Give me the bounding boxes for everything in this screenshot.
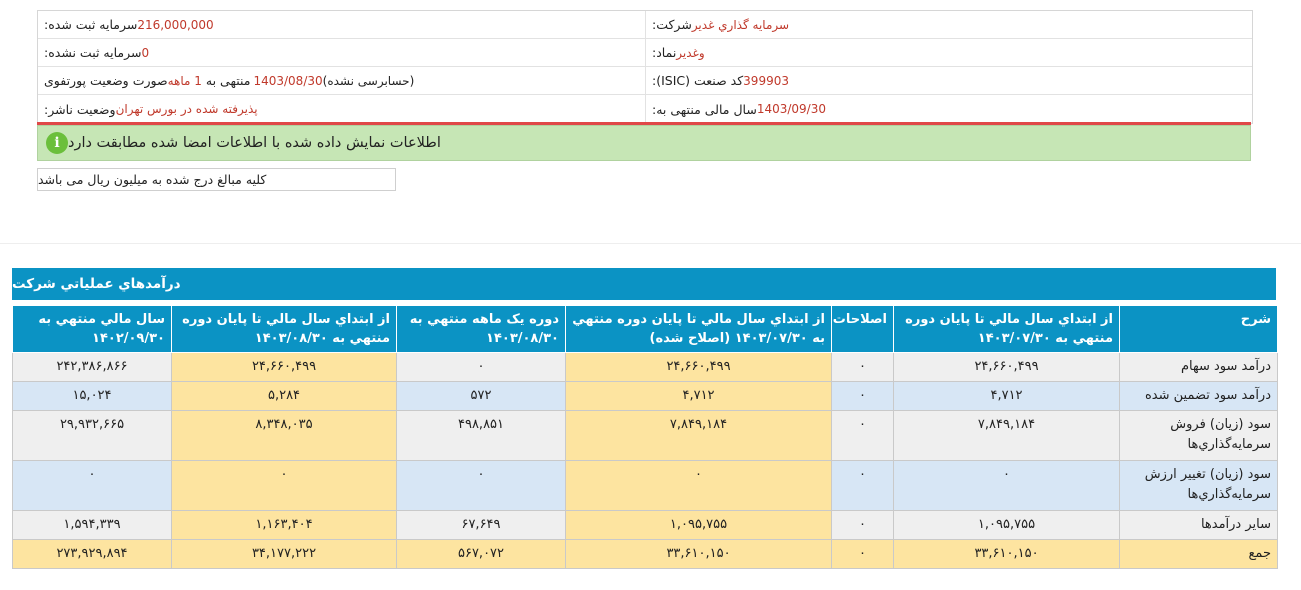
table-cell: ۳۴,۱۷۷,۲۲۲: [171, 539, 397, 569]
info-row-1: شرکت: سرمايه گذاري غدير سرمایه ثبت شده: …: [38, 11, 1252, 39]
table-cell: ۳۳,۶۱۰,۱۵۰: [893, 539, 1120, 569]
info-icon: i: [46, 132, 68, 154]
table-cell: ۱,۰۹۵,۷۵۵: [565, 510, 832, 540]
report-label: صورت وضعیت پورتفوی: [44, 73, 168, 88]
header-description: شرح: [1119, 305, 1278, 353]
publisher-label: وضعیت ناشر:: [44, 101, 116, 117]
row-label: درآمد سود تضمين شده: [1119, 381, 1278, 411]
symbol-label: نماد:: [652, 45, 677, 60]
report-cell: صورت وضعیت پورتفوی 1 ماهه منتهی به 1403/…: [38, 67, 645, 94]
table-cell: ۰: [396, 460, 566, 511]
row-label: درآمد سود سهام: [1119, 352, 1278, 382]
isic-cell: کد صنعت (ISIC): 399903: [645, 67, 1252, 94]
table-cell: ۴,۷۱۲: [893, 381, 1120, 411]
table-cell: ۰: [831, 410, 894, 461]
unit-note: کلیه مبالغ درج شده به میلیون ریال می باش…: [37, 168, 396, 191]
isic-value: 399903: [743, 73, 789, 88]
table-cell: ۰: [831, 460, 894, 511]
table-cell: ۲۴,۶۶۰,۴۹۹: [893, 352, 1120, 382]
table-cell: ۰: [831, 510, 894, 540]
table-cell: ۰: [12, 460, 172, 511]
table-cell: ۲۷۳,۹۲۹,۸۹۴: [12, 539, 172, 569]
fiscal-value: 1403/09/30: [756, 102, 826, 116]
table-cell: ۲۴,۶۶۰,۴۹۹: [171, 352, 397, 382]
table-cell: ۷,۸۴۹,۱۸۴: [565, 410, 832, 461]
table-row: ساير درآمدها ۱,۰۹۵,۷۵۵ ۰ ۱,۰۹۵,۷۵۵ ۶۷,۶۴…: [12, 510, 1278, 540]
section-separator: [0, 243, 1301, 244]
capital-cell: سرمایه ثبت شده: 216,000,000: [38, 11, 645, 38]
symbol-cell: نماد: وغدير: [645, 39, 1252, 66]
header-adjustments: اصلاحات: [831, 305, 894, 353]
table-row: سود (زيان) فروش سرمايه‌گذاري‌ها ۷,۸۴۹,۱۸…: [12, 410, 1278, 461]
capital-value: 216,000,000: [137, 17, 214, 32]
info-row-3: کد صنعت (ISIC): 399903 صورت وضعیت پورتفو…: [38, 67, 1252, 95]
table-header-row: شرح از ابتداي سال مالي تا پايان دوره منت…: [12, 305, 1278, 353]
table-cell: ۶۷,۶۴۹: [396, 510, 566, 540]
table-cell: ۳۳,۶۱۰,۱۵۰: [565, 539, 832, 569]
total-row: جمع ۳۳,۶۱۰,۱۵۰ ۰ ۳۳,۶۱۰,۱۵۰ ۵۶۷,۰۷۲ ۳۴,۱…: [12, 539, 1278, 569]
table-cell: ۲۴,۶۶۰,۴۹۹: [565, 352, 832, 382]
row-label: جمع: [1119, 539, 1278, 569]
header-prev-period-adjusted: از ابتداي سال مالي تا پايان دوره منتهي ب…: [565, 305, 832, 353]
report-suffix: منتهی به: [205, 73, 251, 88]
table-cell: ۰: [831, 352, 894, 382]
table-cell: ۲۹,۹۳۲,۶۶۵: [12, 410, 172, 461]
table-cell: ۴۹۸,۸۵۱: [396, 410, 566, 461]
header-fiscal-year: سال مالي منتهي به ۱۴۰۲/۰۹/۳۰: [12, 305, 172, 353]
table-row: درآمد سود تضمين شده ۴,۷۱۲ ۰ ۴,۷۱۲ ۵۷۲ ۵,…: [12, 381, 1278, 411]
table-cell: ۰: [396, 352, 566, 382]
table-cell: ۰: [171, 460, 397, 511]
row-label: سود (زيان) فروش سرمايه‌گذاري‌ها: [1119, 410, 1278, 461]
info-row-2: نماد: وغدير سرمایه ثبت نشده: 0: [38, 39, 1252, 67]
table-cell: ۲۴۲,۳۸۶,۸۶۶: [12, 352, 172, 382]
row-label: سود (زيان) تغيير ارزش سرمايه‌گذاري‌ها: [1119, 460, 1278, 511]
table-cell: ۵۶۷,۰۷۲: [396, 539, 566, 569]
table-row: درآمد سود سهام ۲۴,۶۶۰,۴۹۹ ۰ ۲۴,۶۶۰,۴۹۹ ۰…: [12, 352, 1278, 382]
table-cell: ۱,۰۹۵,۷۵۵: [893, 510, 1120, 540]
table-row: سود (زيان) تغيير ارزش سرمايه‌گذاري‌ها ۰ …: [12, 460, 1278, 511]
header-prev-period: از ابتداي سال مالي تا پايان دوره منتهي ب…: [893, 305, 1120, 353]
company-cell: شرکت: سرمايه گذاري غدير: [645, 11, 1252, 38]
table-cell: ۰: [893, 460, 1120, 511]
verification-alert: i اطلاعات نمایش داده شده با اطلاعات امضا…: [37, 125, 1251, 161]
unreg-capital-value: 0: [141, 45, 150, 60]
section-title: درآمدهاي عملياتي شرکت: [12, 268, 1276, 300]
table-cell: ۵,۲۸۴: [171, 381, 397, 411]
report-date: 1403/08/30: [253, 73, 323, 88]
alert-text: اطلاعات نمایش داده شده با اطلاعات امضا ش…: [68, 135, 441, 151]
publisher-value: پذیرفته شده در بورس تهران: [115, 102, 258, 116]
header-one-month: دوره يک ماهه منتهي به ۱۴۰۳/۰۸/۳۰: [396, 305, 566, 353]
row-label: ساير درآمدها: [1119, 510, 1278, 540]
table-cell: ۷,۸۴۹,۱۸۴: [893, 410, 1120, 461]
capital-label: سرمایه ثبت شده:: [44, 17, 138, 32]
report-audit-status: (حسابرسی نشده): [322, 73, 415, 88]
company-link[interactable]: سرمايه گذاري غدير: [692, 18, 789, 32]
unreg-capital-cell: سرمایه ثبت نشده: 0: [38, 39, 645, 66]
unreg-capital-label: سرمایه ثبت نشده:: [44, 45, 142, 60]
report-period: 1 ماهه: [167, 73, 202, 88]
fiscal-label: سال مالی منتهی به:: [652, 101, 757, 117]
company-info-panel: شرکت: سرمايه گذاري غدير سرمایه ثبت شده: …: [37, 10, 1253, 124]
table-cell: ۰: [831, 539, 894, 569]
table-cell: ۱,۱۶۳,۴۰۴: [171, 510, 397, 540]
table-cell: ۱,۵۹۴,۳۳۹: [12, 510, 172, 540]
table-cell: ۵۷۲: [396, 381, 566, 411]
table-cell: ۰: [831, 381, 894, 411]
isic-label: کد صنعت (ISIC):: [652, 73, 744, 88]
table-cell: ۸,۳۴۸,۰۳۵: [171, 410, 397, 461]
table-cell: ۴,۷۱۲: [565, 381, 832, 411]
symbol-link[interactable]: وغدير: [676, 46, 704, 60]
header-ytd: از ابتداي سال مالي تا پايان دوره منتهي ب…: [171, 305, 397, 353]
publisher-cell: وضعیت ناشر: پذیرفته شده در بورس تهران: [38, 95, 645, 123]
table-cell: ۰: [565, 460, 832, 511]
operating-income-table: شرح از ابتداي سال مالي تا پايان دوره منت…: [12, 305, 1278, 569]
fiscal-cell: سال مالی منتهی به: 1403/09/30: [645, 95, 1252, 123]
table-cell: ۱۵,۰۲۴: [12, 381, 172, 411]
info-row-4: سال مالی منتهی به: 1403/09/30 وضعیت ناشر…: [38, 95, 1252, 124]
company-label: شرکت:: [652, 17, 692, 32]
